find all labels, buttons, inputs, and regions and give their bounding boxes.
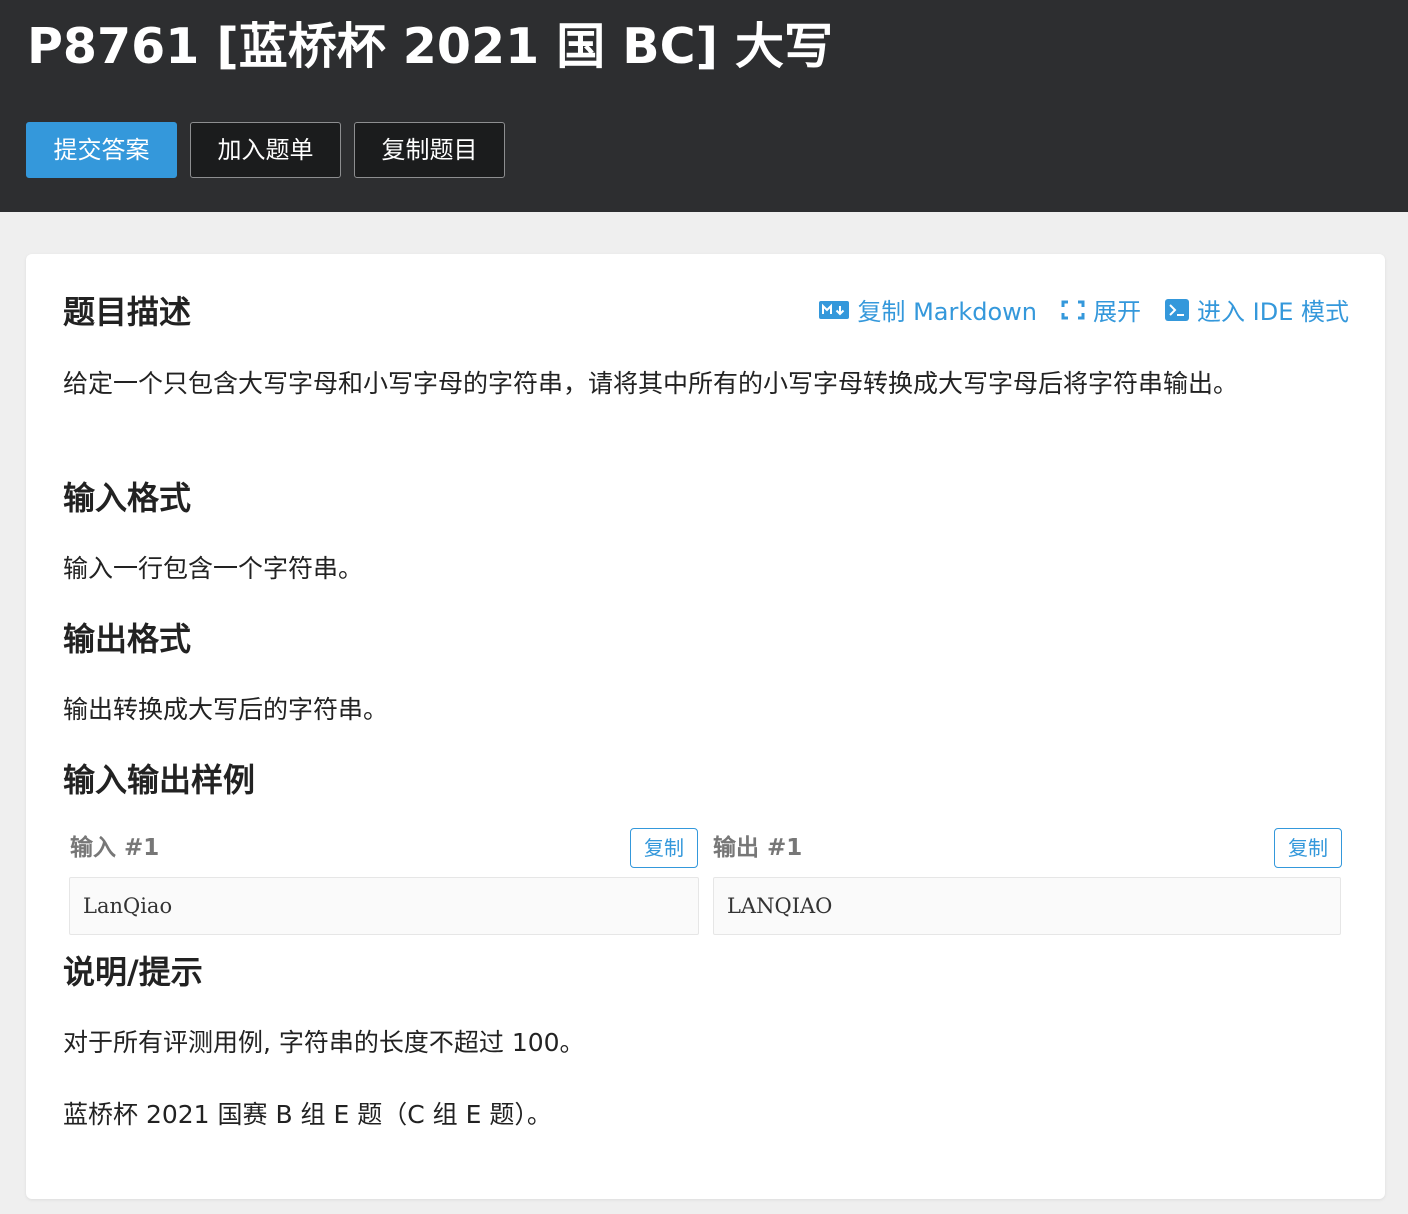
hint-text-2: 蓝桥杯 2021 国赛 B 组 E 题（C 组 E 题）。 <box>63 1100 552 1129</box>
problem-toolbar: 复制 Markdown 展开 进入 IDE 模式 <box>795 292 1349 327</box>
copy-markdown-button[interactable]: 复制 Markdown <box>819 292 1037 327</box>
sample-input-box[interactable]: LanQiao <box>69 877 699 935</box>
sample-output-label: 输出 #1 <box>713 835 803 861</box>
expand-label: 展开 <box>1093 298 1142 326</box>
ide-mode-button[interactable]: 进入 IDE 模式 <box>1165 292 1349 327</box>
hint-heading: 说明/提示 <box>63 953 203 991</box>
description-text: 给定一个只包含大写字母和小写字母的字符串，请将其中所有的小写字母转换成大写字母后… <box>63 369 1239 398</box>
ide-mode-label: 进入 IDE 模式 <box>1197 298 1349 326</box>
problem-title: P8761 [蓝桥杯 2021 国 BC] 大写 <box>27 18 834 75</box>
add-to-list-button[interactable]: 加入题单 <box>190 122 341 178</box>
output-format-heading: 输出格式 <box>63 620 192 658</box>
sample-input-label: 输入 #1 <box>70 835 160 861</box>
copy-sample-output-button[interactable]: 复制 <box>1274 828 1342 868</box>
output-format-text: 输出转换成大写后的字符串。 <box>63 695 389 724</box>
markdown-icon <box>819 300 850 319</box>
expand-icon <box>1061 300 1085 320</box>
copy-problem-button[interactable]: 复制题目 <box>354 122 505 178</box>
submit-answer-button[interactable]: 提交答案 <box>26 122 177 178</box>
input-format-text: 输入一行包含一个字符串。 <box>63 554 364 583</box>
description-heading: 题目描述 <box>63 293 192 331</box>
copy-sample-input-button[interactable]: 复制 <box>630 828 698 868</box>
sample-output-box[interactable]: LANQIAO <box>713 877 1341 935</box>
input-format-heading: 输入格式 <box>63 479 192 517</box>
samples-heading: 输入输出样例 <box>63 761 256 799</box>
expand-button[interactable]: 展开 <box>1061 292 1141 327</box>
problem-header: P8761 [蓝桥杯 2021 国 BC] 大写 提交答案 加入题单 复制题目 <box>0 0 1408 212</box>
problem-card: 题目描述 复制 Markdown 展开 进入 IDE 模式 给定一个只包含大写字… <box>26 254 1385 1199</box>
problem-actions: 提交答案 加入题单 复制题目 <box>26 122 518 178</box>
hint-text-1: 对于所有评测用例, 字符串的长度不超过 100。 <box>63 1028 585 1057</box>
copy-markdown-label: 复制 Markdown <box>857 298 1038 326</box>
terminal-icon <box>1165 298 1190 321</box>
